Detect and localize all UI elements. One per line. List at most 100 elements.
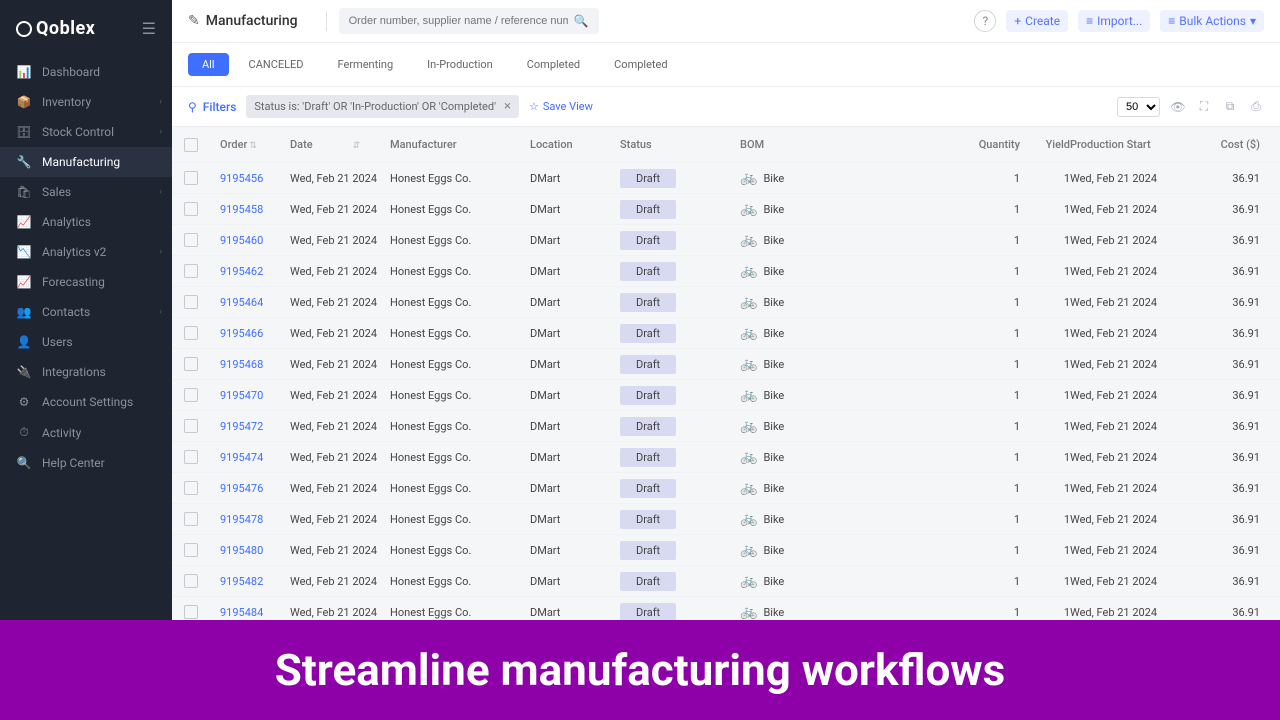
cell-location: DMart: [530, 451, 620, 464]
search-icon[interactable]: 🔍: [574, 14, 589, 28]
order-link[interactable]: 9195462: [220, 265, 263, 278]
col-date[interactable]: Date⇵: [290, 138, 390, 151]
bulk-actions-button[interactable]: ≡Bulk Actions▾: [1160, 10, 1264, 32]
row-checkbox[interactable]: [184, 202, 198, 216]
cell-start: Wed, Feb 21 2024: [1070, 575, 1200, 588]
nav-icon: 🔍: [16, 456, 32, 470]
chevron-right-icon: ›: [159, 127, 162, 137]
eye-icon[interactable]: 👁: [1170, 100, 1186, 114]
sidebar-item-analytics[interactable]: 📈Analytics: [0, 207, 172, 237]
cell-manufacturer: Honest Eggs Co.: [390, 544, 530, 557]
row-checkbox[interactable]: [184, 295, 198, 309]
sidebar-item-users[interactable]: 👤Users: [0, 327, 172, 357]
col-location[interactable]: Location: [530, 138, 620, 151]
col-manufacturer[interactable]: Manufacturer: [390, 138, 530, 151]
remove-filter-icon[interactable]: ×: [504, 99, 511, 114]
import-button[interactable]: ≡Import...: [1078, 10, 1150, 32]
sidebar-item-help-center[interactable]: 🔍Help Center: [0, 448, 172, 478]
sidebar-item-inventory[interactable]: 📦Inventory›: [0, 87, 172, 117]
order-link[interactable]: 9195478: [220, 513, 263, 526]
cell-cost: 36.91: [1200, 482, 1260, 495]
row-checkbox[interactable]: [184, 326, 198, 340]
tab-completed[interactable]: Completed: [600, 53, 681, 76]
tab-canceled[interactable]: CANCELED: [235, 53, 318, 76]
search-box[interactable]: 🔍: [339, 8, 599, 34]
col-yield[interactable]: Yield: [1020, 138, 1070, 151]
col-order[interactable]: Order⇅: [220, 138, 290, 151]
tab-completed[interactable]: Completed: [513, 53, 594, 76]
order-link[interactable]: 9195456: [220, 172, 263, 185]
col-status[interactable]: Status: [620, 138, 740, 151]
row-checkbox[interactable]: [184, 450, 198, 464]
cell-date: Wed, Feb 21 2024: [290, 575, 390, 588]
sidebar-item-contacts[interactable]: 👥Contacts›: [0, 297, 172, 327]
row-checkbox[interactable]: [184, 171, 198, 185]
row-checkbox[interactable]: [184, 264, 198, 278]
search-input[interactable]: [349, 15, 568, 27]
sidebar-item-sales[interactable]: 🛍Sales›: [0, 177, 172, 207]
status-badge: Draft: [620, 293, 676, 312]
order-link[interactable]: 9195464: [220, 296, 263, 309]
row-checkbox[interactable]: [184, 233, 198, 247]
order-link[interactable]: 9195470: [220, 389, 263, 402]
row-checkbox[interactable]: [184, 419, 198, 433]
sidebar-item-account-settings[interactable]: ⚙Account Settings: [0, 387, 172, 417]
chevron-right-icon: ›: [159, 97, 162, 107]
cell-yield: 1: [1020, 575, 1070, 588]
order-link[interactable]: 9195484: [220, 606, 263, 619]
order-link[interactable]: 9195468: [220, 358, 263, 371]
create-button[interactable]: +Create: [1006, 10, 1068, 32]
col-quantity[interactable]: Quantity: [960, 138, 1020, 151]
nav-label: Dashboard: [42, 65, 100, 79]
row-checkbox[interactable]: [184, 605, 198, 619]
banner-text: Streamline manufacturing workflows: [275, 644, 1005, 696]
sort-icon: ⇅: [249, 141, 257, 151]
help-button[interactable]: ?: [974, 10, 996, 32]
sidebar-item-manufacturing[interactable]: 🔧Manufacturing: [0, 147, 172, 177]
col-production-start[interactable]: Production Start: [1070, 138, 1200, 151]
order-link[interactable]: 9195480: [220, 544, 263, 557]
edit-icon[interactable]: ✎: [188, 13, 200, 29]
tab-all[interactable]: All: [188, 53, 229, 76]
tab-in-production[interactable]: In-Production: [413, 53, 507, 76]
copy-icon[interactable]: ⧉: [1222, 99, 1238, 114]
order-link[interactable]: 9195482: [220, 575, 263, 588]
page-title: ✎ Manufacturing: [188, 13, 298, 29]
sidebar-item-forecasting[interactable]: 📈Forecasting: [0, 267, 172, 297]
print-icon[interactable]: ⎙: [1248, 99, 1264, 114]
sidebar: Qoblex ☰ 📊Dashboard📦Inventory›🗄Stock Con…: [0, 0, 172, 720]
order-link[interactable]: 9195476: [220, 482, 263, 495]
row-checkbox[interactable]: [184, 512, 198, 526]
row-checkbox[interactable]: [184, 357, 198, 371]
cell-start: Wed, Feb 21 2024: [1070, 296, 1200, 309]
sidebar-item-stock-control[interactable]: 🗄Stock Control›: [0, 117, 172, 147]
order-link[interactable]: 9195474: [220, 451, 263, 464]
select-all-checkbox[interactable]: [184, 138, 198, 152]
cell-cost: 36.91: [1200, 358, 1260, 371]
tab-fermenting[interactable]: Fermenting: [324, 53, 408, 76]
menu-toggle-icon[interactable]: ☰: [142, 19, 156, 38]
save-view-button[interactable]: ☆ Save View: [529, 100, 593, 113]
cell-quantity: 1: [960, 544, 1020, 557]
cell-date: Wed, Feb 21 2024: [290, 389, 390, 402]
row-checkbox[interactable]: [184, 388, 198, 402]
filters-button[interactable]: ⚲ Filters: [188, 100, 236, 114]
sidebar-item-integrations[interactable]: 🔌Integrations: [0, 357, 172, 387]
order-link[interactable]: 9195472: [220, 420, 263, 433]
row-checkbox[interactable]: [184, 543, 198, 557]
sidebar-item-dashboard[interactable]: 📊Dashboard: [0, 57, 172, 87]
col-cost[interactable]: Cost ($): [1200, 138, 1260, 151]
col-bom[interactable]: BOM: [740, 138, 960, 151]
sidebar-item-analytics-v2[interactable]: 📉Analytics v2›: [0, 237, 172, 267]
row-checkbox[interactable]: [184, 574, 198, 588]
order-link[interactable]: 9195460: [220, 234, 263, 247]
page-size-select[interactable]: 50: [1117, 97, 1160, 117]
order-link[interactable]: 9195466: [220, 327, 263, 340]
cell-yield: 1: [1020, 389, 1070, 402]
plus-icon: +: [1014, 14, 1021, 28]
expand-icon[interactable]: ⛶: [1196, 99, 1212, 114]
cell-bom: 🚲Bike: [740, 511, 960, 527]
row-checkbox[interactable]: [184, 481, 198, 495]
order-link[interactable]: 9195458: [220, 203, 263, 216]
sidebar-item-activity[interactable]: ⏱Activity: [0, 417, 172, 448]
